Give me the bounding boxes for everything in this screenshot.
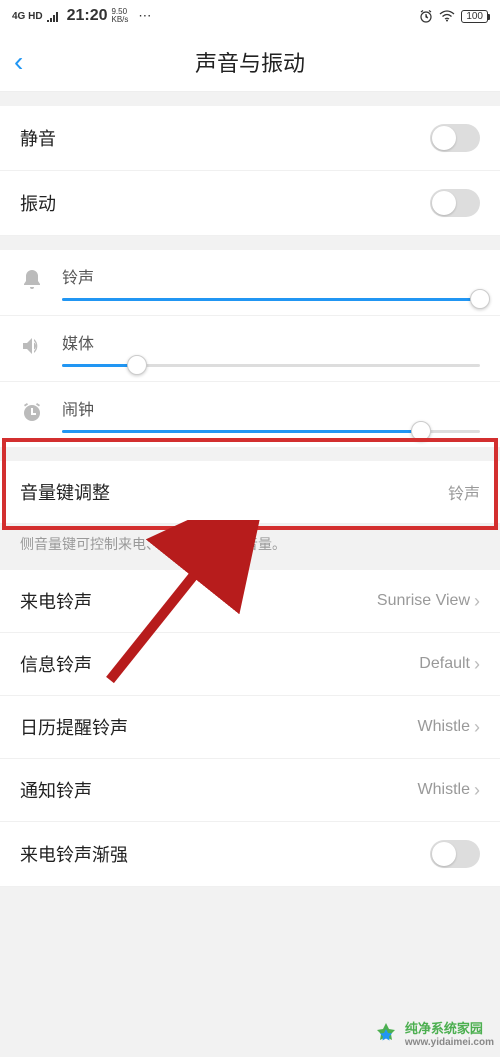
watermark-name: 纯净系统家园 xyxy=(405,1021,483,1036)
message-ringtone-label: 信息铃声 xyxy=(20,651,92,677)
message-ringtone-row[interactable]: 信息铃声 Default› xyxy=(0,633,500,696)
ascending-ringtone-row[interactable]: 来电铃声渐强 xyxy=(0,822,500,887)
mute-row[interactable]: 静音 xyxy=(0,106,500,171)
mute-label: 静音 xyxy=(20,125,56,151)
notification-ringtone-row[interactable]: 通知铃声 Whistle› xyxy=(0,759,500,822)
volume-key-desc: 侧音量键可控制来电、信息和通知的音量。 xyxy=(0,524,500,570)
battery-indicator: 100 xyxy=(461,10,488,23)
mute-toggle[interactable] xyxy=(430,124,480,152)
media-slider[interactable] xyxy=(62,364,480,367)
calendar-ringtone-label: 日历提醒铃声 xyxy=(20,714,128,740)
ringtone-slider-label: 铃声 xyxy=(62,264,480,288)
back-button[interactable]: ‹ xyxy=(14,46,23,78)
ringtone-slider[interactable] xyxy=(62,298,480,301)
ringtone-slider-row: 铃声 xyxy=(0,250,500,316)
ascending-toggle[interactable] xyxy=(430,840,480,868)
incoming-ringtone-label: 来电铃声 xyxy=(20,588,92,614)
notification-ringtone-value: Whistle xyxy=(418,781,470,799)
calendar-ringtone-row[interactable]: 日历提醒铃声 Whistle› xyxy=(0,696,500,759)
alarm-slider-label: 闹钟 xyxy=(62,396,480,420)
watermark-logo-icon xyxy=(371,1021,401,1051)
vibrate-toggle[interactable] xyxy=(430,189,480,217)
network-indicator: 4G HD xyxy=(12,11,43,22)
alarm-icon xyxy=(20,400,44,424)
status-bar: 4G HD 21:20 9.50KB/s ⋯ 100 xyxy=(0,0,500,32)
media-slider-row: 媒体 xyxy=(0,316,500,382)
chevron-icon: › xyxy=(474,591,480,612)
calendar-ringtone-value: Whistle xyxy=(418,718,470,736)
incoming-ringtone-value: Sunrise View xyxy=(377,592,470,610)
notification-ringtone-label: 通知铃声 xyxy=(20,777,92,803)
status-speed: 9.50KB/s xyxy=(111,8,128,24)
media-slider-label: 媒体 xyxy=(62,330,480,354)
watermark: 纯净系统家园 www.yidaimei.com xyxy=(371,1021,494,1051)
page-title: 声音与振动 xyxy=(195,46,305,78)
wifi-icon xyxy=(439,10,455,22)
volume-sliders-section: 铃声 媒体 闹钟 xyxy=(0,250,500,447)
chevron-icon: › xyxy=(474,717,480,738)
message-ringtone-value: Default xyxy=(419,655,470,673)
vibrate-row[interactable]: 振动 xyxy=(0,171,500,236)
volume-key-label: 音量键调整 xyxy=(20,479,110,505)
vibrate-label: 振动 xyxy=(20,190,56,216)
signal-icon xyxy=(47,10,61,22)
alarm-slider[interactable] xyxy=(62,430,480,433)
volume-key-row[interactable]: 音量键调整 铃声 xyxy=(0,461,500,524)
bell-icon xyxy=(20,268,44,292)
speaker-icon xyxy=(20,334,44,358)
alarm-slider-row: 闹钟 xyxy=(0,382,500,447)
incoming-ringtone-row[interactable]: 来电铃声 Sunrise View› xyxy=(0,570,500,633)
ascending-ringtone-label: 来电铃声渐强 xyxy=(20,841,128,867)
chevron-icon: › xyxy=(474,780,480,801)
chevron-icon: › xyxy=(474,654,480,675)
alarm-status-icon xyxy=(419,9,433,23)
watermark-url: www.yidaimei.com xyxy=(405,1036,494,1050)
more-icon: ⋯ xyxy=(138,8,153,24)
page-header: ‹ 声音与振动 xyxy=(0,32,500,92)
status-time: 21:20 xyxy=(67,7,108,25)
volume-key-value: 铃声 xyxy=(448,480,480,504)
